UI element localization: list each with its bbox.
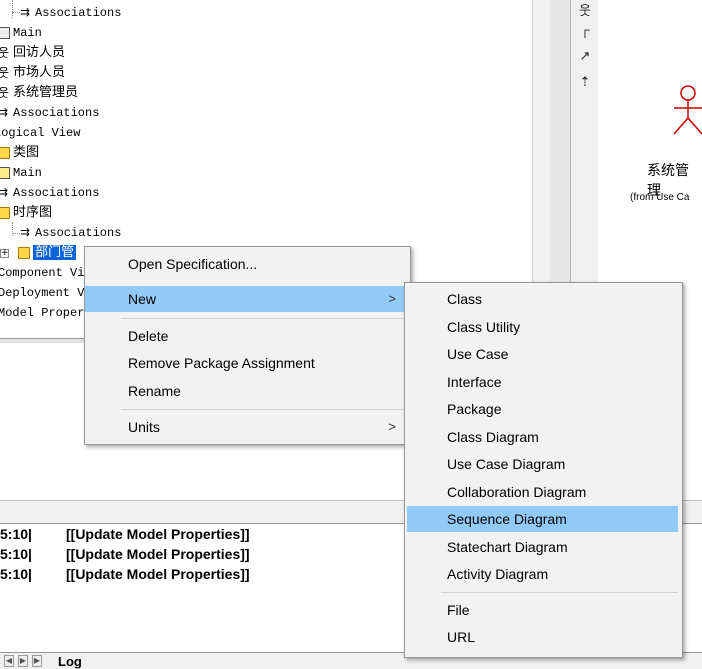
- folder-icon: [0, 147, 10, 159]
- tab-last-icon[interactable]: ▶: [32, 655, 42, 667]
- tree-item-actor[interactable]: 웃 系统管理员: [0, 83, 78, 103]
- tree-guide-line: [12, 233, 20, 234]
- tree-vertical-scrollbar[interactable]: [532, 0, 551, 282]
- unidirectional-association-icon[interactable]: ┌: [577, 22, 593, 40]
- tree-item-model-properties[interactable]: Model Proper: [0, 303, 84, 323]
- menu-separator: [441, 592, 678, 593]
- tree-item-associations[interactable]: ⇉ Associations: [0, 103, 99, 123]
- submenu-item-interface[interactable]: Interface: [405, 369, 682, 395]
- associations-icon: ⇉: [20, 226, 31, 240]
- tree-item-actor[interactable]: 웃 市场人员: [0, 63, 65, 83]
- tree-item-main[interactable]: Main: [0, 163, 42, 183]
- tab-prev-icon[interactable]: ◀: [4, 655, 14, 667]
- tree-item-package[interactable]: 类图: [0, 143, 39, 163]
- expand-plus-icon: +: [0, 247, 9, 258]
- tree-item-package[interactable]: 时序图: [0, 203, 52, 223]
- generalization-icon[interactable]: ⇡: [577, 74, 593, 92]
- tree-item-actor[interactable]: 웃 回访人员: [0, 43, 65, 63]
- associations-icon: ⇉: [0, 106, 9, 120]
- log-time: 5:10|: [0, 546, 32, 562]
- submenu-item-class[interactable]: Class: [405, 286, 682, 312]
- associations-icon: ⇉: [20, 6, 31, 20]
- tree-item-associations[interactable]: ⇉ Associations: [20, 3, 121, 23]
- submenu-item-class-diagram[interactable]: Class Diagram: [405, 424, 682, 450]
- diagram-canvas[interactable]: [598, 0, 702, 285]
- tree-guide-line: [12, 12, 20, 13]
- actor-icon: 웃: [0, 86, 10, 100]
- submenu-item-activity-diagram[interactable]: Activity Diagram: [405, 561, 682, 587]
- submenu-item-package[interactable]: Package: [405, 396, 682, 422]
- tree-item-component-view[interactable]: Component Vi: [0, 263, 84, 283]
- tree-item-package-selected[interactable]: + 部门管: [0, 243, 77, 263]
- actor-icon: 웃: [0, 66, 10, 80]
- tab-next-icon[interactable]: ▶: [18, 655, 28, 667]
- submenu-item-statechart-diagram[interactable]: Statechart Diagram: [405, 534, 682, 560]
- menu-item-open-specification[interactable]: Open Specification...: [85, 251, 410, 277]
- submenu-item-class-utility[interactable]: Class Utility: [405, 314, 682, 340]
- log-time: 5:10|: [0, 566, 32, 582]
- tree-item-logical-view[interactable]: Logical View: [0, 123, 80, 143]
- menu-separator: [121, 409, 406, 410]
- submenu-item-use-case[interactable]: Use Case: [405, 341, 682, 367]
- new-submenu: Class Class Utility Use Case Interface P…: [404, 282, 683, 658]
- actor-icon: 웃: [0, 46, 10, 60]
- menu-item-units[interactable]: Units >: [85, 414, 410, 440]
- submenu-arrow-icon: >: [388, 291, 396, 306]
- submenu-item-url[interactable]: URL: [405, 624, 682, 650]
- log-message: [[Update Model Properties]]: [66, 526, 250, 542]
- log-message: [[Update Model Properties]]: [66, 566, 250, 582]
- tree-guide-line: [12, 0, 13, 18]
- diagram-toolbox: 웃 ┌ ↗ ⇡: [570, 0, 600, 285]
- pane-splitter[interactable]: [550, 0, 570, 285]
- actor-figure-icon[interactable]: [670, 84, 702, 136]
- submenu-arrow-icon: >: [388, 419, 396, 434]
- context-menu: Open Specification... New > Delete Remov…: [84, 246, 411, 445]
- menu-item-remove-package-assignment[interactable]: Remove Package Assignment: [85, 350, 410, 376]
- tree-item-associations[interactable]: ⇉ Associations: [20, 223, 121, 243]
- class-diagram-icon: [0, 167, 10, 179]
- associations-icon: ⇉: [0, 186, 9, 200]
- tree-item-main[interactable]: Main: [0, 23, 42, 43]
- actor-from-label: (from Use Ca: [630, 192, 690, 203]
- tree-item-deployment-view[interactable]: Deployment V: [0, 283, 84, 303]
- diagram-icon: [0, 27, 10, 39]
- submenu-item-use-case-diagram[interactable]: Use Case Diagram: [405, 451, 682, 477]
- folder-icon: [18, 247, 31, 259]
- log-message: [[Update Model Properties]]: [66, 546, 250, 562]
- log-time: 5:10|: [0, 526, 32, 542]
- submenu-item-collaboration-diagram[interactable]: Collaboration Diagram: [405, 479, 682, 505]
- submenu-item-file[interactable]: File: [405, 597, 682, 623]
- dependency-icon[interactable]: ↗: [577, 48, 593, 66]
- folder-icon: [0, 207, 10, 219]
- menu-item-delete[interactable]: Delete: [85, 323, 410, 349]
- tree-item-associations[interactable]: ⇉ Associations: [0, 183, 99, 203]
- submenu-item-sequence-diagram[interactable]: Sequence Diagram: [407, 506, 678, 532]
- menu-separator: [121, 318, 406, 319]
- actor-tool-icon[interactable]: 웃: [577, 0, 593, 18]
- tab-log[interactable]: Log: [58, 654, 82, 669]
- menu-item-new[interactable]: New >: [85, 286, 410, 312]
- menu-item-rename[interactable]: Rename: [85, 378, 410, 404]
